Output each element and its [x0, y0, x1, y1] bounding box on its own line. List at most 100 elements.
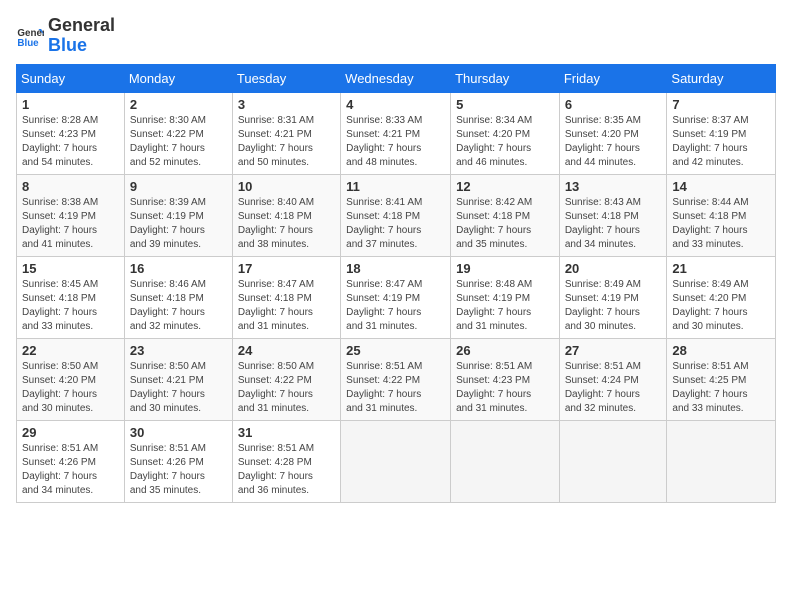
calendar-cell: 15 Sunrise: 8:45 AM Sunset: 4:18 PM Dayl… [17, 256, 125, 338]
day-number: 10 [238, 179, 335, 194]
day-info: Sunrise: 8:49 AM Sunset: 4:20 PM Dayligh… [672, 278, 770, 334]
calendar-cell [451, 420, 560, 502]
weekday-header-saturday: Saturday [667, 64, 776, 92]
day-info: Sunrise: 8:35 AM Sunset: 4:20 PM Dayligh… [565, 114, 662, 170]
day-number: 11 [346, 179, 445, 194]
calendar-cell: 30 Sunrise: 8:51 AM Sunset: 4:26 PM Dayl… [124, 420, 232, 502]
calendar-cell: 2 Sunrise: 8:30 AM Sunset: 4:22 PM Dayli… [124, 92, 232, 174]
day-number: 4 [346, 97, 445, 112]
page-header: General Blue General Blue [16, 16, 776, 56]
day-number: 20 [565, 261, 662, 276]
day-info: Sunrise: 8:39 AM Sunset: 4:19 PM Dayligh… [130, 196, 227, 252]
day-number: 17 [238, 261, 335, 276]
calendar-cell: 18 Sunrise: 8:47 AM Sunset: 4:19 PM Dayl… [341, 256, 451, 338]
day-info: Sunrise: 8:47 AM Sunset: 4:19 PM Dayligh… [346, 278, 445, 334]
day-info: Sunrise: 8:51 AM Sunset: 4:26 PM Dayligh… [130, 442, 227, 498]
day-number: 2 [130, 97, 227, 112]
calendar-week-4: 22 Sunrise: 8:50 AM Sunset: 4:20 PM Dayl… [17, 338, 776, 420]
day-info: Sunrise: 8:34 AM Sunset: 4:20 PM Dayligh… [456, 114, 554, 170]
calendar-cell: 12 Sunrise: 8:42 AM Sunset: 4:18 PM Dayl… [451, 174, 560, 256]
day-info: Sunrise: 8:44 AM Sunset: 4:18 PM Dayligh… [672, 196, 770, 252]
day-number: 16 [130, 261, 227, 276]
calendar-cell: 20 Sunrise: 8:49 AM Sunset: 4:19 PM Dayl… [559, 256, 667, 338]
day-number: 14 [672, 179, 770, 194]
day-number: 24 [238, 343, 335, 358]
calendar-week-2: 8 Sunrise: 8:38 AM Sunset: 4:19 PM Dayli… [17, 174, 776, 256]
weekday-header-sunday: Sunday [17, 64, 125, 92]
calendar-cell: 25 Sunrise: 8:51 AM Sunset: 4:22 PM Dayl… [341, 338, 451, 420]
calendar-cell: 22 Sunrise: 8:50 AM Sunset: 4:20 PM Dayl… [17, 338, 125, 420]
svg-text:Blue: Blue [17, 38, 39, 49]
day-number: 25 [346, 343, 445, 358]
calendar-cell: 28 Sunrise: 8:51 AM Sunset: 4:25 PM Dayl… [667, 338, 776, 420]
day-number: 3 [238, 97, 335, 112]
calendar-table: SundayMondayTuesdayWednesdayThursdayFrid… [16, 64, 776, 503]
calendar-cell: 10 Sunrise: 8:40 AM Sunset: 4:18 PM Dayl… [232, 174, 340, 256]
day-info: Sunrise: 8:50 AM Sunset: 4:21 PM Dayligh… [130, 360, 227, 416]
day-number: 13 [565, 179, 662, 194]
calendar-cell: 31 Sunrise: 8:51 AM Sunset: 4:28 PM Dayl… [232, 420, 340, 502]
logo-text: General Blue [48, 16, 115, 56]
logo: General Blue General Blue [16, 16, 115, 56]
day-info: Sunrise: 8:37 AM Sunset: 4:19 PM Dayligh… [672, 114, 770, 170]
day-info: Sunrise: 8:48 AM Sunset: 4:19 PM Dayligh… [456, 278, 554, 334]
calendar-body: 1 Sunrise: 8:28 AM Sunset: 4:23 PM Dayli… [17, 92, 776, 502]
weekday-header-monday: Monday [124, 64, 232, 92]
day-info: Sunrise: 8:42 AM Sunset: 4:18 PM Dayligh… [456, 196, 554, 252]
day-info: Sunrise: 8:51 AM Sunset: 4:22 PM Dayligh… [346, 360, 445, 416]
day-info: Sunrise: 8:45 AM Sunset: 4:18 PM Dayligh… [22, 278, 119, 334]
calendar-cell: 16 Sunrise: 8:46 AM Sunset: 4:18 PM Dayl… [124, 256, 232, 338]
calendar-cell: 1 Sunrise: 8:28 AM Sunset: 4:23 PM Dayli… [17, 92, 125, 174]
day-number: 6 [565, 97, 662, 112]
calendar-cell: 14 Sunrise: 8:44 AM Sunset: 4:18 PM Dayl… [667, 174, 776, 256]
calendar-cell: 21 Sunrise: 8:49 AM Sunset: 4:20 PM Dayl… [667, 256, 776, 338]
day-number: 22 [22, 343, 119, 358]
calendar-cell [559, 420, 667, 502]
calendar-cell [341, 420, 451, 502]
day-info: Sunrise: 8:41 AM Sunset: 4:18 PM Dayligh… [346, 196, 445, 252]
day-info: Sunrise: 8:51 AM Sunset: 4:24 PM Dayligh… [565, 360, 662, 416]
day-info: Sunrise: 8:49 AM Sunset: 4:19 PM Dayligh… [565, 278, 662, 334]
calendar-week-5: 29 Sunrise: 8:51 AM Sunset: 4:26 PM Dayl… [17, 420, 776, 502]
calendar-cell [667, 420, 776, 502]
day-info: Sunrise: 8:38 AM Sunset: 4:19 PM Dayligh… [22, 196, 119, 252]
day-info: Sunrise: 8:31 AM Sunset: 4:21 PM Dayligh… [238, 114, 335, 170]
day-number: 23 [130, 343, 227, 358]
weekday-header-friday: Friday [559, 64, 667, 92]
calendar-cell: 19 Sunrise: 8:48 AM Sunset: 4:19 PM Dayl… [451, 256, 560, 338]
day-number: 28 [672, 343, 770, 358]
calendar-cell: 5 Sunrise: 8:34 AM Sunset: 4:20 PM Dayli… [451, 92, 560, 174]
calendar-cell: 11 Sunrise: 8:41 AM Sunset: 4:18 PM Dayl… [341, 174, 451, 256]
day-number: 1 [22, 97, 119, 112]
weekday-header-wednesday: Wednesday [341, 64, 451, 92]
day-info: Sunrise: 8:51 AM Sunset: 4:28 PM Dayligh… [238, 442, 335, 498]
weekday-header-row: SundayMondayTuesdayWednesdayThursdayFrid… [17, 64, 776, 92]
day-number: 15 [22, 261, 119, 276]
calendar-week-1: 1 Sunrise: 8:28 AM Sunset: 4:23 PM Dayli… [17, 92, 776, 174]
calendar-cell: 27 Sunrise: 8:51 AM Sunset: 4:24 PM Dayl… [559, 338, 667, 420]
calendar-cell: 17 Sunrise: 8:47 AM Sunset: 4:18 PM Dayl… [232, 256, 340, 338]
day-info: Sunrise: 8:43 AM Sunset: 4:18 PM Dayligh… [565, 196, 662, 252]
calendar-cell: 24 Sunrise: 8:50 AM Sunset: 4:22 PM Dayl… [232, 338, 340, 420]
calendar-cell: 29 Sunrise: 8:51 AM Sunset: 4:26 PM Dayl… [17, 420, 125, 502]
day-number: 9 [130, 179, 227, 194]
day-number: 12 [456, 179, 554, 194]
calendar-cell: 9 Sunrise: 8:39 AM Sunset: 4:19 PM Dayli… [124, 174, 232, 256]
weekday-header-tuesday: Tuesday [232, 64, 340, 92]
day-info: Sunrise: 8:47 AM Sunset: 4:18 PM Dayligh… [238, 278, 335, 334]
calendar-cell: 6 Sunrise: 8:35 AM Sunset: 4:20 PM Dayli… [559, 92, 667, 174]
day-info: Sunrise: 8:50 AM Sunset: 4:22 PM Dayligh… [238, 360, 335, 416]
day-number: 8 [22, 179, 119, 194]
day-number: 27 [565, 343, 662, 358]
weekday-header-thursday: Thursday [451, 64, 560, 92]
day-info: Sunrise: 8:51 AM Sunset: 4:26 PM Dayligh… [22, 442, 119, 498]
day-number: 21 [672, 261, 770, 276]
day-info: Sunrise: 8:30 AM Sunset: 4:22 PM Dayligh… [130, 114, 227, 170]
day-info: Sunrise: 8:51 AM Sunset: 4:25 PM Dayligh… [672, 360, 770, 416]
calendar-cell: 7 Sunrise: 8:37 AM Sunset: 4:19 PM Dayli… [667, 92, 776, 174]
day-number: 5 [456, 97, 554, 112]
day-info: Sunrise: 8:33 AM Sunset: 4:21 PM Dayligh… [346, 114, 445, 170]
calendar-cell: 3 Sunrise: 8:31 AM Sunset: 4:21 PM Dayli… [232, 92, 340, 174]
calendar-cell: 23 Sunrise: 8:50 AM Sunset: 4:21 PM Dayl… [124, 338, 232, 420]
day-info: Sunrise: 8:28 AM Sunset: 4:23 PM Dayligh… [22, 114, 119, 170]
